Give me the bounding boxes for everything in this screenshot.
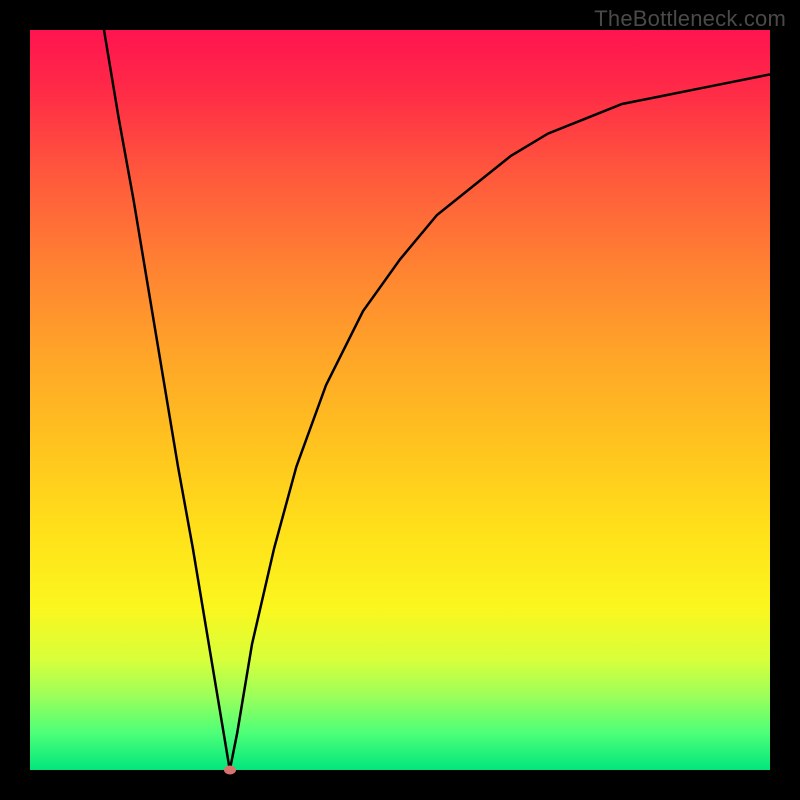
minimum-marker [224,766,236,775]
plot-area [30,30,770,770]
bottleneck-curve [30,30,770,770]
watermark-text: TheBottleneck.com [594,6,786,32]
